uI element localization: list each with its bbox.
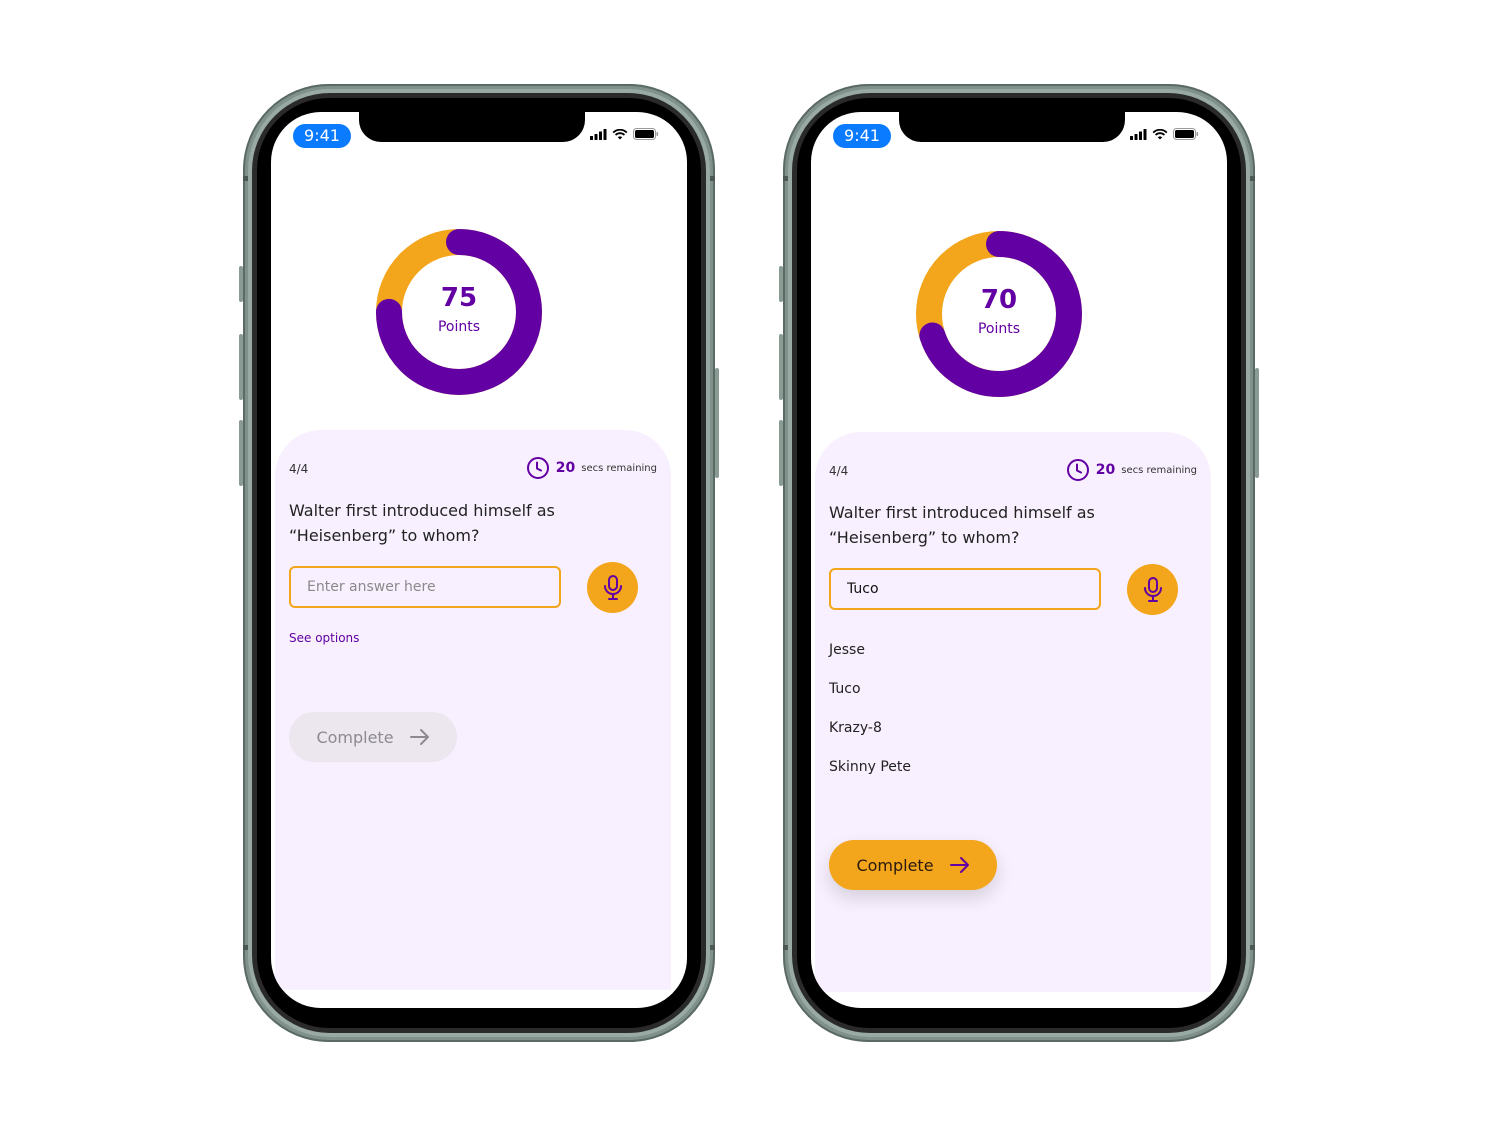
answer-option[interactable]: Tuco: [829, 681, 861, 697]
microphone-icon: [603, 574, 622, 600]
timer: 20 secs remaining: [526, 456, 657, 480]
phone-mockup-2: 9:41 70 Points 4/4 20 secs remaining Wal…: [779, 84, 1259, 1042]
wifi-icon: [612, 128, 628, 139]
score-label: Points: [977, 321, 1021, 337]
timer-value: 20: [555, 460, 576, 476]
status-time: 9:41: [833, 124, 891, 148]
battery-icon: [1173, 128, 1199, 140]
see-options-link[interactable]: See options: [289, 631, 359, 645]
antenna-line: [783, 945, 788, 950]
antenna-line: [243, 176, 248, 181]
arrow-right-icon: [409, 729, 429, 745]
antenna-line: [1250, 176, 1255, 181]
question-card: 4/4 20 secs remaining Walter first intro…: [815, 432, 1211, 992]
microphone-button[interactable]: [587, 562, 638, 613]
screen: 9:41 70 Points 4/4 20 secs remaining Wal…: [811, 112, 1227, 1008]
complete-button[interactable]: Complete: [289, 712, 457, 762]
question-card: 4/4 20 secs remaining Walter first intro…: [275, 430, 671, 990]
score-gauge: 70 Points: [914, 229, 1084, 399]
antenna-line: [710, 945, 715, 950]
score-value: 70: [980, 285, 1018, 315]
microphone-button[interactable]: [1127, 564, 1178, 615]
microphone-icon: [1143, 576, 1162, 602]
score-value: 75: [440, 283, 478, 313]
timer-label: secs remaining: [581, 462, 657, 474]
question-progress: 4/4: [829, 464, 849, 478]
notch: [359, 112, 585, 142]
signal-icon: [1130, 128, 1147, 140]
wifi-icon: [1152, 128, 1168, 139]
complete-button-label: Complete: [856, 855, 934, 875]
power-button: [1255, 368, 1259, 478]
notch: [899, 112, 1125, 142]
antenna-line: [783, 176, 788, 181]
score-gauge: 75 Points: [374, 227, 544, 397]
answer-option[interactable]: Skinny Pete: [829, 759, 911, 775]
power-button: [715, 368, 719, 478]
question-progress: 4/4: [289, 462, 309, 476]
answer-input[interactable]: [289, 566, 561, 608]
antenna-line: [1250, 945, 1255, 950]
question-text: Walter first introduced himself as “Heis…: [829, 503, 1095, 547]
arrow-right-icon: [949, 857, 969, 873]
antenna-line: [243, 945, 248, 950]
signal-icon: [590, 128, 607, 140]
answer-option[interactable]: Krazy-8: [829, 720, 882, 736]
timer-value: 20: [1095, 462, 1116, 478]
battery-icon: [633, 128, 659, 140]
clock-icon: [1066, 459, 1089, 481]
phone-mockup-1: 9:41 75 Points 4/4 20 secs remaining Wal…: [239, 84, 719, 1042]
complete-button[interactable]: Complete: [829, 840, 997, 890]
antenna-line: [710, 176, 715, 181]
status-time: 9:41: [293, 124, 351, 148]
status-icons: [1130, 128, 1199, 140]
answer-input[interactable]: [829, 568, 1101, 610]
answer-option[interactable]: Jesse: [829, 642, 865, 658]
score-label: Points: [437, 319, 481, 335]
timer: 20 secs remaining: [1066, 458, 1197, 482]
clock-icon: [526, 457, 549, 479]
complete-button-label: Complete: [316, 727, 394, 747]
status-icons: [590, 128, 659, 140]
question-text: Walter first introduced himself as “Heis…: [289, 501, 555, 545]
timer-label: secs remaining: [1121, 464, 1197, 476]
screen: 9:41 75 Points 4/4 20 secs remaining Wal…: [271, 112, 687, 1008]
